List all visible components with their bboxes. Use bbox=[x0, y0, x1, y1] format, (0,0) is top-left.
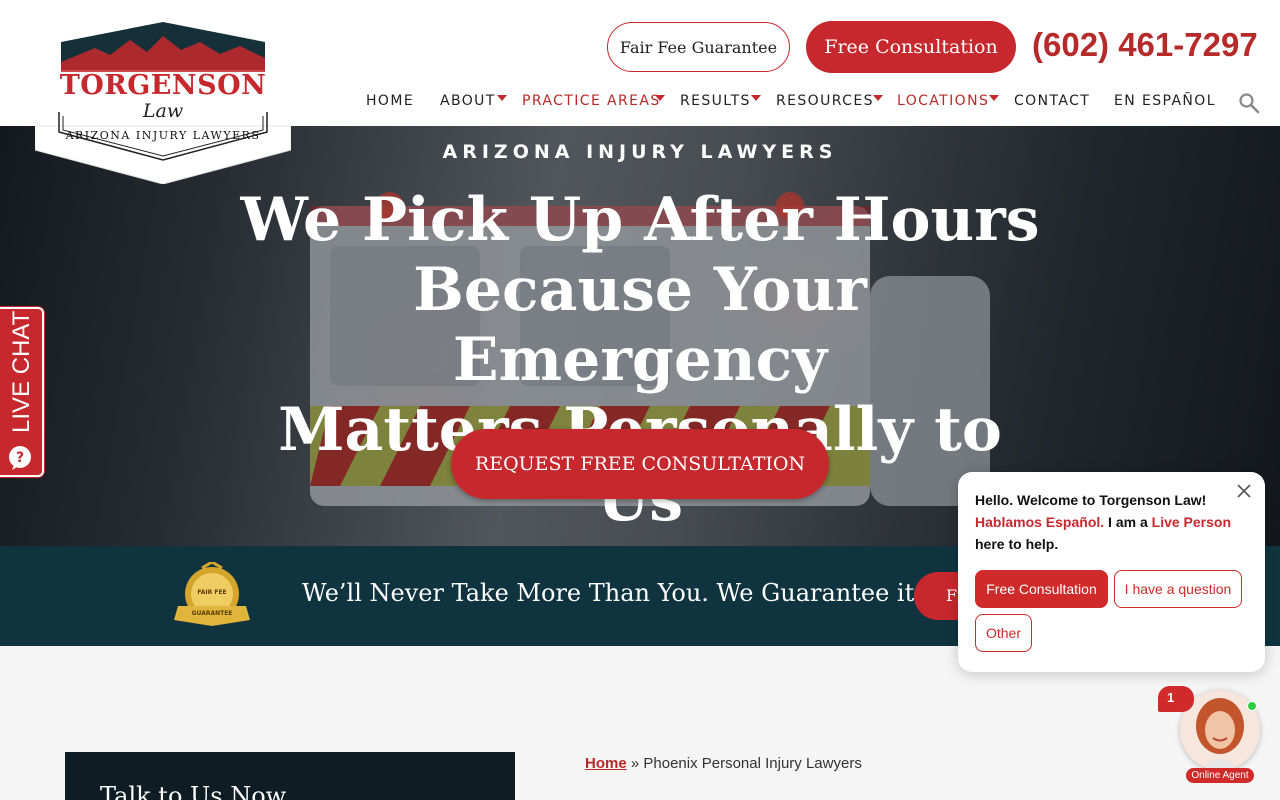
chat-other-button[interactable]: Other bbox=[975, 614, 1032, 652]
breadcrumb: Home » Phoenix Personal Injury Lawyers bbox=[585, 755, 862, 772]
nav-item-about[interactable]: ABOUT bbox=[440, 90, 496, 112]
caret-down-icon[interactable] bbox=[873, 95, 883, 101]
svg-text:?: ? bbox=[16, 450, 24, 466]
chat-question-button[interactable]: I have a question bbox=[1114, 570, 1242, 608]
notification-badge: 1 bbox=[1158, 686, 1194, 712]
live-chat-tab[interactable]: LIVE CHAT ? bbox=[0, 307, 44, 477]
caret-down-icon[interactable] bbox=[655, 95, 665, 101]
nav-item-espanol[interactable]: EN ESPAÑOL bbox=[1114, 90, 1216, 112]
nav-item-locations[interactable]: LOCATIONS bbox=[897, 90, 989, 112]
nav-item-contact[interactable]: CONTACT bbox=[1014, 90, 1090, 112]
breadcrumb-current: Phoenix Personal Injury Lawyers bbox=[643, 755, 862, 772]
chat-popup: Hello. Welcome to Torgenson Law! Hablamo… bbox=[958, 472, 1265, 672]
fair-fee-guarantee-button[interactable]: Fair Fee Guarantee bbox=[607, 22, 790, 72]
chat-bubble-icon: ? bbox=[9, 446, 31, 470]
logo-tagline: ARIZONA INJURY LAWYERS bbox=[65, 129, 261, 142]
online-status-dot bbox=[1247, 701, 1257, 711]
badge-label: FAIR FEE GUARANTEE bbox=[191, 589, 233, 617]
logo-subtitle: Law bbox=[142, 100, 184, 122]
chat-free-consultation-button[interactable]: Free Consultation bbox=[975, 570, 1108, 608]
nav-item-results[interactable]: RESULTS bbox=[680, 90, 751, 112]
logo-title: TORGENSON bbox=[59, 70, 267, 101]
caret-down-icon[interactable] bbox=[751, 95, 761, 101]
hero-title-line: Because Your Emergency bbox=[413, 255, 867, 395]
nav-item-resources[interactable]: RESOURCES bbox=[776, 90, 874, 112]
guarantee-statement: We’ll Never Take More Than You. We Guara… bbox=[302, 579, 922, 607]
search-icon[interactable] bbox=[1238, 92, 1260, 114]
caret-down-icon[interactable] bbox=[989, 95, 999, 101]
contact-form-title: Talk to Us Now bbox=[100, 782, 287, 800]
contact-form-box: Talk to Us Now bbox=[65, 752, 515, 800]
fair-fee-badge: FAIR FEE GUARANTEE bbox=[172, 560, 252, 632]
site-logo[interactable]: TORGENSON Law ARIZONA INJURY LAWYERS bbox=[35, 0, 291, 184]
chat-message: Hello. Welcome to Torgenson Law! Hablamo… bbox=[975, 492, 1232, 552]
online-agent-label: Online Agent bbox=[1186, 768, 1254, 783]
free-consultation-button[interactable]: Free Consultation bbox=[806, 21, 1016, 73]
hero-title-line: We Pick Up After Hours bbox=[240, 185, 1040, 255]
nav-item-home[interactable]: HOME bbox=[366, 90, 414, 112]
caret-down-icon[interactable] bbox=[497, 95, 507, 101]
request-consultation-button[interactable]: REQUEST FREE CONSULTATION bbox=[451, 429, 829, 499]
live-chat-label: LIVE CHAT bbox=[8, 310, 35, 433]
breadcrumb-home-link[interactable]: Home bbox=[585, 755, 627, 772]
phone-link[interactable]: (602) 461-7297 bbox=[1032, 26, 1258, 64]
breadcrumb-separator: » bbox=[630, 755, 640, 772]
nav-item-practice-areas[interactable]: PRACTICE AREAS bbox=[522, 90, 661, 112]
